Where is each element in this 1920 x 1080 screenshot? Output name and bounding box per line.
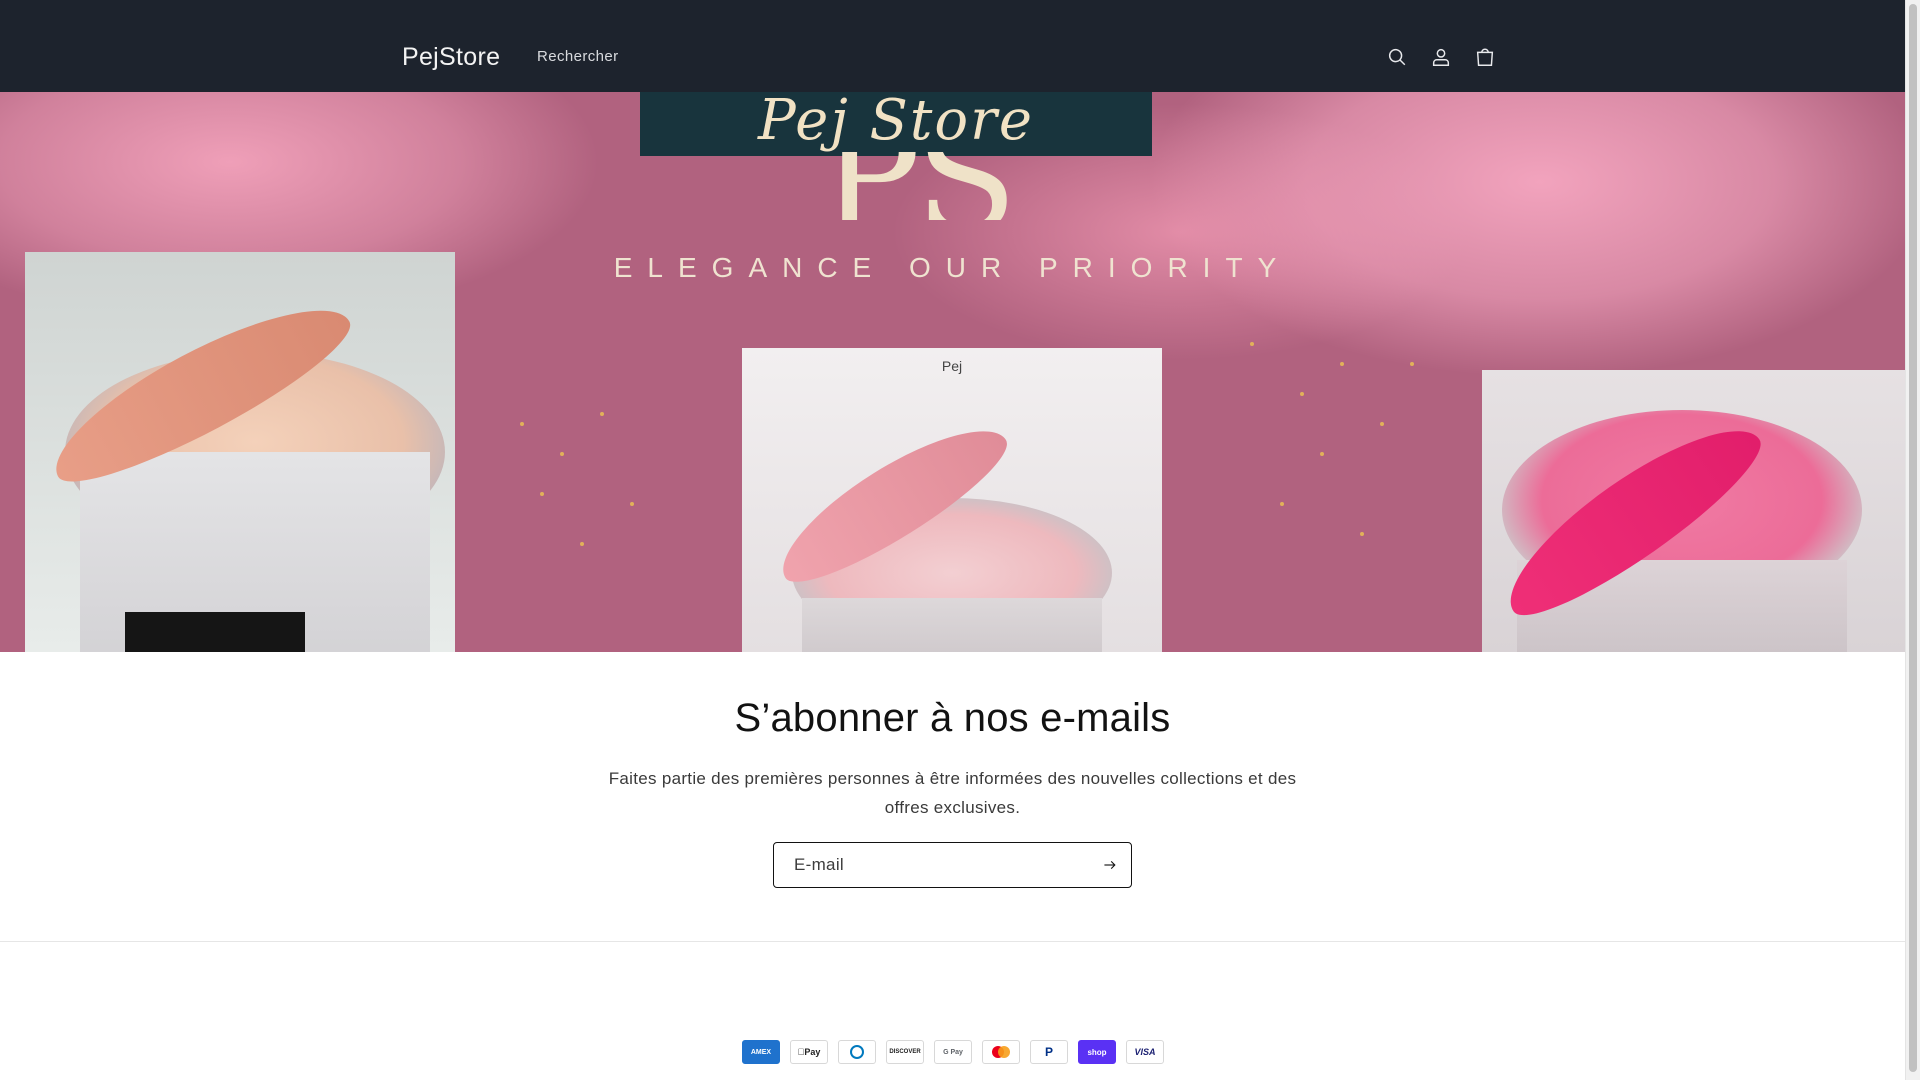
sparkle-14 xyxy=(1410,362,1414,366)
paypal-icon: P xyxy=(1030,1040,1068,1064)
nav-link-search[interactable]: Rechercher xyxy=(537,47,619,67)
sparkle-11 xyxy=(1380,422,1384,426)
hero-monogram: PS xyxy=(820,152,1090,220)
page-scrollbar[interactable] xyxy=(1905,0,1920,1080)
newsletter-title: S’abonner à nos e-mails xyxy=(734,696,1171,740)
sparkle-8 xyxy=(1300,392,1304,396)
sparkle-6 xyxy=(540,492,544,496)
search-icon[interactable] xyxy=(1383,43,1411,71)
sparkle-3 xyxy=(600,412,604,416)
sparkle-5 xyxy=(580,542,584,546)
arrow-right-icon xyxy=(1104,861,1116,869)
product-photo-pink-powder: Pej xyxy=(742,348,1162,652)
apple-pay-icon: Pay xyxy=(790,1040,828,1064)
newsletter-description: Faites partie des premières personnes à … xyxy=(608,769,1297,817)
product-photo-nude-powder xyxy=(25,252,455,652)
mastercard-icon xyxy=(982,1040,1020,1064)
discover-icon: DISCOVER xyxy=(886,1040,924,1064)
sparkle-2 xyxy=(560,452,564,456)
subscribe-submit-button[interactable] xyxy=(1095,850,1125,880)
cart-icon[interactable] xyxy=(1471,43,1499,71)
hero-banner-image: Pej Store PS ELEGANCE OUR PRIORITY Pej xyxy=(0,92,1905,652)
product-photo-fuchsia-powder xyxy=(1482,370,1905,652)
sparkle-1 xyxy=(520,422,524,426)
sparkle-9 xyxy=(1340,362,1344,366)
sparkle-13 xyxy=(1360,532,1364,536)
newsletter-form xyxy=(773,842,1132,888)
sparkle-12 xyxy=(1280,502,1284,506)
account-icon[interactable] xyxy=(1427,43,1455,71)
hero-script-title: Pej Store xyxy=(758,92,1034,153)
scrollbar-thumb[interactable] xyxy=(1909,4,1917,1072)
jar-brand-label: Pej xyxy=(941,358,963,374)
visa-icon: VISA xyxy=(1126,1040,1164,1064)
diners-club-icon xyxy=(838,1040,876,1064)
email-field[interactable] xyxy=(774,843,1084,887)
payment-methods-list: AMEX Pay DISCOVER G Pay P shop VISA xyxy=(742,1040,1164,1064)
store-logo[interactable]: PejStore xyxy=(402,40,500,74)
sparkle-7 xyxy=(1250,342,1254,346)
sparkle-10 xyxy=(1320,452,1324,456)
footer-divider xyxy=(0,941,1905,942)
sparkle-4 xyxy=(630,502,634,506)
amex-icon: AMEX xyxy=(742,1040,780,1064)
site-header: PejStore Rechercher xyxy=(0,0,1905,92)
shop-pay-icon: shop xyxy=(1078,1040,1116,1064)
page: PejStore Rechercher Pej Store PS ELEGANC… xyxy=(0,0,1905,1080)
google-pay-icon: G Pay xyxy=(934,1040,972,1064)
hero-title-banner: Pej Store xyxy=(640,92,1152,156)
